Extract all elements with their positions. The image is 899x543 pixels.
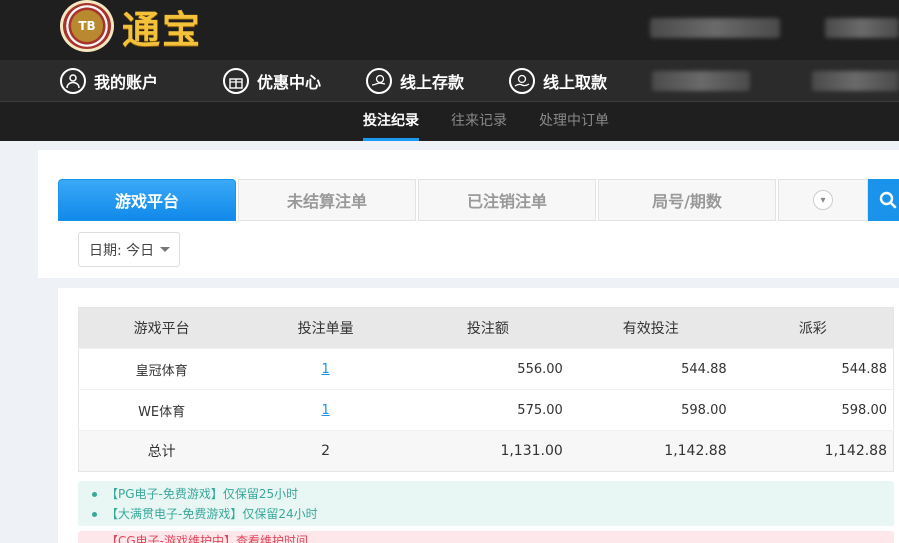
nav-label: 线上取款	[543, 73, 608, 92]
cell-amount: 556.00	[406, 348, 569, 390]
notice-item: 【大满贯电子-免费游戏】仅保留24小时	[92, 504, 894, 524]
logo-chip-icon: TB	[60, 0, 114, 52]
main-nav: 我的账户 优惠中心 线上存款 线上取款	[0, 60, 899, 102]
bet-count-link[interactable]: 1	[321, 362, 329, 377]
cell-platform: WE体育	[78, 389, 245, 431]
table-row: WE体育 1 575.00 598.00 598.00	[78, 389, 894, 431]
cell-valid: 598.00	[568, 389, 733, 431]
cell-valid: 544.88	[568, 348, 733, 390]
maintenance-notice[interactable]: 【CG电子-游戏维护中】查看维护时间	[78, 531, 894, 543]
notice-item: 【PG电子-免费游戏】仅保留25小时	[92, 484, 894, 504]
table-header-row: 游戏平台 投注单量 投注额 有效投注 派彩	[78, 307, 894, 349]
subnav-pending-orders[interactable]: 处理中订单	[539, 102, 609, 141]
subnav-bet-records[interactable]: 投注纪录	[363, 102, 419, 141]
blurred-nav-item	[652, 71, 750, 91]
bet-summary-table: 游戏平台 投注单量 投注额 有效投注 派彩 皇冠体育 1 556.00 544.…	[78, 307, 894, 472]
cell-payout: 544.88	[732, 348, 894, 390]
table-total-row: 总计 2 1,131.00 1,142.88 1,142.88	[78, 430, 894, 472]
cell-platform: 皇冠体育	[78, 348, 245, 390]
col-header-platform: 游戏平台	[78, 307, 245, 349]
chevron-down-icon: ▾	[813, 190, 833, 210]
table-row: 皇冠体育 1 556.00 544.88 544.88	[78, 348, 894, 390]
nav-withdraw[interactable]: 线上取款	[509, 60, 607, 102]
total-amount: 1,131.00	[406, 430, 569, 472]
col-header-count: 投注单量	[244, 307, 407, 349]
nav-promotions[interactable]: 优惠中心	[223, 60, 321, 102]
nav-label: 线上存款	[400, 73, 465, 92]
cell-amount: 575.00	[406, 389, 569, 431]
deposit-icon	[366, 68, 392, 94]
nav-my-account[interactable]: 我的账户	[60, 60, 158, 102]
tab-unsettled[interactable]: 未结算注单	[238, 179, 416, 221]
gift-icon	[223, 68, 249, 94]
total-count: 2	[244, 430, 407, 472]
caret-down-icon	[160, 247, 171, 252]
more-tabs-button[interactable]: ▾	[778, 179, 868, 221]
date-filter-label: 日期: 今日	[89, 242, 155, 259]
free-game-notice: 【PG电子-免费游戏】仅保留25小时 【大满贯电子-免费游戏】仅保留24小时	[78, 481, 894, 526]
tab-round-number[interactable]: 局号/期数	[598, 179, 776, 221]
logo-text: 通宝	[122, 6, 203, 52]
total-payout: 1,142.88	[732, 430, 894, 472]
nav-deposit[interactable]: 线上存款	[366, 60, 464, 102]
tab-cancelled[interactable]: 已注销注单	[418, 179, 596, 221]
top-header: TB 通宝	[0, 0, 899, 60]
user-icon	[60, 68, 86, 94]
total-label: 总计	[78, 430, 245, 472]
site-logo[interactable]: TB 通宝	[60, 0, 202, 52]
bet-count-link[interactable]: 1	[321, 403, 329, 418]
col-header-payout: 派彩	[732, 307, 894, 349]
total-valid: 1,142.88	[568, 430, 733, 472]
blurred-balance	[825, 18, 899, 38]
blurred-nav-item	[812, 71, 899, 91]
search-icon	[879, 191, 897, 209]
withdraw-icon	[509, 68, 535, 94]
search-button[interactable]	[868, 179, 899, 221]
logo-badge: TB	[71, 10, 103, 42]
col-header-amount: 投注额	[406, 307, 569, 349]
cell-payout: 598.00	[732, 389, 894, 431]
blurred-username	[650, 18, 780, 38]
col-header-valid: 有效投注	[568, 307, 733, 349]
date-filter-dropdown[interactable]: 日期: 今日	[78, 232, 180, 267]
subnav-transactions[interactable]: 往来记录	[451, 102, 507, 141]
sub-nav: 投注纪录 往来记录 处理中订单	[0, 102, 899, 141]
tab-game-platform[interactable]: 游戏平台	[58, 179, 236, 221]
nav-label: 优惠中心	[257, 73, 322, 92]
nav-label: 我的账户	[94, 73, 159, 92]
